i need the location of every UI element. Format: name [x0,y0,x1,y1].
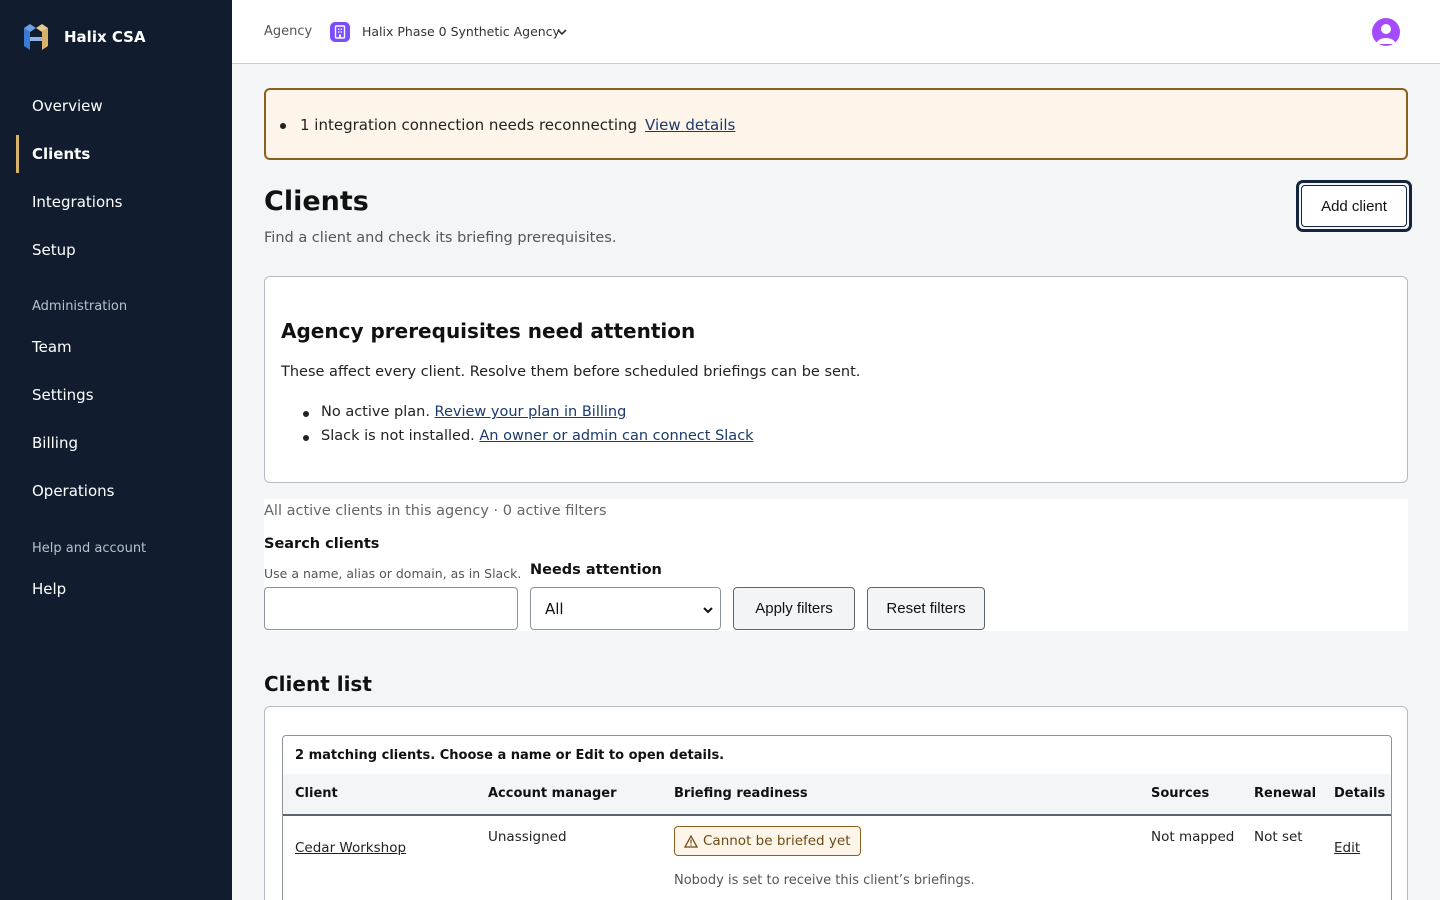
page-subtitle: Find a client and check its briefing pre… [264,230,617,246]
column-header-details: Details [1334,786,1386,801]
prerequisite-item: Slack is not installed. An owner or admi… [321,428,754,444]
search-hint: Use a name, alias or domain, as in Slack… [264,566,522,581]
brand[interactable]: Halix CSA [20,20,146,54]
sidebar: Halix CSA Overview Clients Integrations … [0,0,232,900]
prerequisites-description: These affect every client. Resolve them … [281,364,861,380]
sidebar-item-operations[interactable]: Operations [16,472,232,510]
agency-switcher[interactable]: Halix Phase 0 Synthetic Agency [362,24,560,39]
reset-filters-button[interactable]: Reset filters [867,587,985,630]
client-list-panel: 2 matching clients. Choose a name or Edi… [264,706,1408,900]
prerequisite-text: Slack is not installed. [321,428,480,444]
bullet [303,435,309,441]
client-filters: All active clients in this agency · 0 ac… [264,499,1408,631]
sidebar-item-settings[interactable]: Settings [16,376,232,414]
needs-attention-label: Needs attention [530,562,662,578]
alert-text: 1 integration connection needs reconnect… [300,116,638,134]
needs-attention-select[interactable]: All [530,587,721,630]
alert-message: 1 integration connection needs reconnect… [300,116,735,134]
sidebar-item-team[interactable]: Team [16,328,232,366]
sidebar-section-administration: Administration [32,299,128,314]
bullet [280,123,286,129]
renewal-value: Not set [1254,829,1303,845]
building-icon[interactable] [330,22,350,42]
search-label: Search clients [264,536,380,552]
brand-name: Halix CSA [64,28,146,46]
table-caption: 2 matching clients. Choose a name or Edi… [295,748,725,763]
edit-client-link[interactable]: Edit [1334,840,1360,856]
sidebar-item-setup[interactable]: Setup [16,231,232,269]
column-header-sources: Sources [1151,786,1210,801]
account-manager-value: Unassigned [488,829,567,845]
sources-value: Not mapped [1151,829,1235,845]
prerequisites-title: Agency prerequisites need attention [281,319,696,343]
status-note: Nobody is set to receive this client’s b… [674,873,975,888]
needs-attention-value: All [545,599,564,618]
sidebar-item-help[interactable]: Help [16,570,232,608]
search-input[interactable] [264,587,518,630]
prerequisite-item: No active plan. Review your plan in Bill… [321,404,626,420]
warning-icon [684,834,698,848]
agency-prerequisites-card: Agency prerequisites need attention Thes… [264,276,1408,483]
column-header-client: Client [295,786,338,801]
bullet [303,411,309,417]
status-text: Cannot be briefed yet [703,833,851,849]
user-avatar[interactable] [1372,18,1400,46]
status-badge: Cannot be briefed yet [674,826,861,856]
apply-filters-button[interactable]: Apply filters [733,587,855,630]
add-client-button[interactable]: Add client [1301,185,1407,227]
add-client-focus-ring: Add client [1296,180,1412,232]
user-icon [1376,24,1396,44]
sidebar-item-overview[interactable]: Overview [16,87,232,125]
sidebar-item-clients[interactable]: Clients [16,135,232,173]
integration-alert: 1 integration connection needs reconnect… [264,88,1408,160]
column-header-renewal: Renewal [1254,786,1317,801]
review-plan-link[interactable]: Review your plan in Billing [435,404,627,420]
agency-label: Agency [264,24,313,39]
top-bar: Agency Halix Phase 0 Synthetic Agency [232,0,1440,64]
view-details-link[interactable]: View details [645,116,735,134]
column-header-briefing-readiness: Briefing readiness [674,786,808,801]
client-list-title: Client list [264,672,372,696]
client-name-link[interactable]: Cedar Workshop [295,840,406,856]
prerequisite-text: No active plan. [321,404,435,420]
connect-slack-link[interactable]: An owner or admin can connect Slack [479,428,753,444]
halix-logo-icon [24,24,48,50]
column-header-account-manager: Account manager [488,786,617,801]
table-header: Client Account manager Briefing readines… [283,774,1391,816]
chevron-down-icon[interactable] [556,26,568,38]
client-table: 2 matching clients. Choose a name or Edi… [282,735,1392,900]
filters-summary: All active clients in this agency · 0 ac… [264,503,607,519]
page-title: Clients [264,186,369,217]
chevron-down-icon [703,607,713,614]
sidebar-item-integrations[interactable]: Integrations [16,183,232,221]
sidebar-section-help: Help and account [32,541,147,556]
sidebar-item-billing[interactable]: Billing [16,424,232,462]
